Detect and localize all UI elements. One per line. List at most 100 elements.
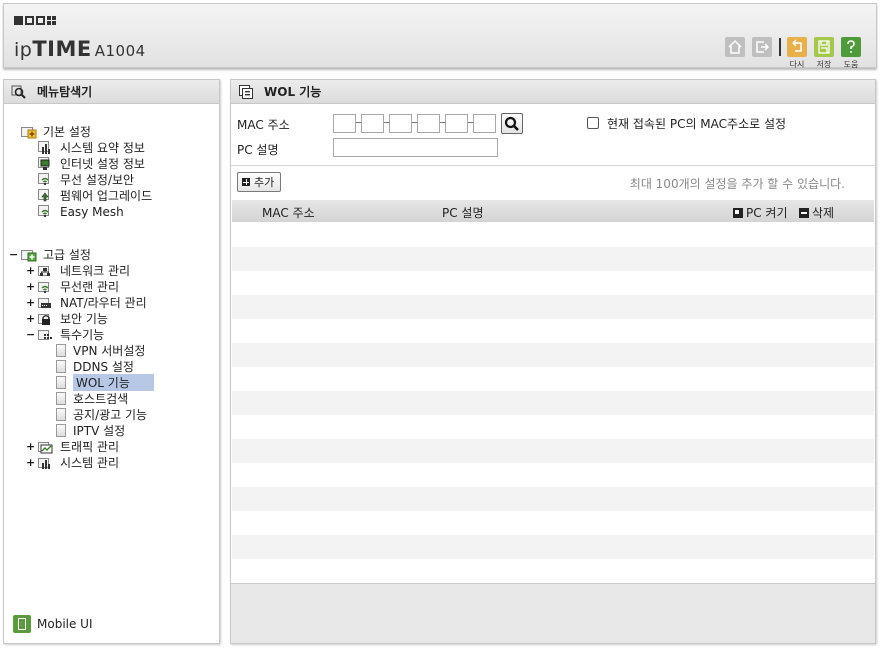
tree-item-wlan[interactable]: + 무선랜 관리 [26, 279, 119, 294]
table-row [232, 535, 874, 559]
expand-toggle[interactable]: + [26, 456, 35, 469]
tree-item-iptv[interactable]: IPTV 설정 [56, 423, 125, 438]
page-icon [56, 360, 66, 373]
help-icon[interactable] [841, 37, 861, 57]
menu-explorer-title: 메뉴탐색기 [37, 85, 93, 99]
column-mac: MAC 주소 [262, 206, 315, 220]
add-button[interactable]: 추가 [237, 172, 282, 192]
table-row [232, 223, 874, 247]
tree-item-easy-mesh[interactable]: Easy Mesh [38, 204, 124, 219]
table-row [232, 391, 874, 415]
tree-item-internet-info[interactable]: 인터넷 설정 정보 [38, 156, 145, 171]
collapse-toggle[interactable]: − [9, 248, 18, 261]
monitor-icon [38, 156, 54, 171]
table-row [232, 487, 874, 511]
wifi-icon [38, 172, 54, 187]
use-current-pc-label: 현재 접속된 PC의 MAC주소로 설정 [607, 117, 787, 131]
tree-advanced-settings[interactable]: − 고급 설정 [9, 247, 91, 262]
mobile-phone-icon [13, 615, 31, 633]
expand-toggle[interactable]: + [26, 440, 35, 453]
tree-item-special-functions[interactable]: − 특수기능 [26, 327, 104, 342]
table-row [232, 511, 874, 535]
column-desc: PC 설명 [442, 206, 484, 220]
mobile-ui-link[interactable]: Mobile UI [13, 615, 93, 633]
undo-icon[interactable] [787, 37, 807, 57]
tree-item-network[interactable]: + 네트워크 관리 [26, 263, 130, 278]
mac-octet-3[interactable] [389, 114, 412, 133]
tree-item-notice-ad[interactable]: 공지/광고 기능 [56, 407, 147, 422]
top-header: ipTIME A1004 다시 저장 도움 [3, 3, 877, 69]
page-icon [56, 408, 66, 421]
wol-panel: WOL 기능 MAC 주소 현재 접속된 PC의 MAC주소로 설정 PC 설명… [230, 79, 876, 644]
mac-octet-2[interactable] [361, 114, 384, 133]
home-icon[interactable] [725, 37, 745, 57]
wol-table-body [232, 223, 874, 583]
mac-octet-4[interactable] [417, 114, 440, 133]
expand-toggle[interactable]: + [26, 296, 35, 309]
save-icon[interactable] [814, 37, 834, 57]
mac-search-button[interactable] [501, 113, 523, 134]
plus-icon [242, 178, 250, 186]
undo-label: 다시 [789, 60, 805, 69]
table-row [232, 559, 874, 583]
menu-explorer-panel: 메뉴탐색기 기본 설정 시스템 요약 정보 인터넷 설정 정보 무선 설정/보안… [3, 79, 220, 644]
help-label: 도움 [843, 60, 859, 69]
header-separator [779, 38, 781, 56]
page-icon [56, 344, 66, 357]
panel-footer [231, 583, 875, 643]
model-name: A1004 [94, 42, 146, 60]
table-row [232, 463, 874, 487]
tree-item-ddns[interactable]: DDNS 설정 [56, 359, 134, 374]
pc-description-input[interactable] [333, 138, 498, 157]
square-hollow-icon [25, 16, 34, 25]
lock-icon [38, 312, 54, 326]
pc-description-label: PC 설명 [237, 143, 279, 157]
menu-explorer-header: 메뉴탐색기 [4, 80, 219, 104]
upgrade-icon [38, 188, 54, 203]
square-hollow-icon [36, 16, 45, 25]
tree-item-system[interactable]: + 시스템 관리 [26, 455, 119, 470]
iptime-logo: ipTIME A1004 [14, 37, 146, 61]
column-wake: PC 켜기 [733, 204, 788, 221]
table-row [232, 343, 874, 367]
tree-basic-settings[interactable]: 기본 설정 [21, 124, 91, 139]
tree-item-host-search[interactable]: 호스트검색 [56, 391, 128, 406]
tree-item-security[interactable]: + 보안 기능 [26, 311, 108, 326]
expand-toggle[interactable]: + [26, 264, 35, 277]
wifi-icon [38, 280, 54, 294]
folder-plus-icon [21, 125, 37, 139]
page-icon [56, 392, 66, 405]
minus-icon [799, 207, 809, 218]
tree-item-traffic[interactable]: + 트래픽 관리 [26, 439, 119, 454]
tree-item-wol[interactable]: WOL 기능 [56, 374, 154, 391]
page-icon [56, 376, 66, 389]
wifi-icon [38, 204, 54, 219]
collapse-toggle[interactable]: − [26, 328, 35, 341]
use-current-pc-checkbox[interactable] [587, 117, 599, 129]
tree-item-system-summary[interactable]: 시스템 요약 정보 [38, 140, 145, 155]
mac-octet-6[interactable] [473, 114, 496, 133]
tree-item-vpn-server[interactable]: VPN 서버설정 [56, 343, 145, 358]
table-row [232, 367, 874, 391]
logout-icon[interactable] [752, 37, 772, 57]
window-layout-icons [14, 16, 56, 25]
mac-octet-5[interactable] [445, 114, 468, 133]
search-icon [504, 116, 519, 131]
traffic-chart-icon [38, 440, 54, 454]
mac-address-label: MAC 주소 [237, 118, 290, 132]
magnifier-icon [11, 85, 26, 99]
table-row [232, 247, 874, 271]
bar-chart-icon [38, 140, 54, 155]
table-row [232, 319, 874, 343]
tree-item-wireless-security[interactable]: 무선 설정/보안 [38, 172, 134, 187]
expand-toggle[interactable]: + [26, 312, 35, 325]
folder-plus-icon [21, 248, 37, 262]
grid-icon [47, 16, 56, 25]
tree-item-firmware-upgrade[interactable]: 펌웨어 업그레이드 [38, 188, 152, 203]
save-label: 저장 [816, 60, 832, 69]
table-row [232, 295, 874, 319]
expand-toggle[interactable]: + [26, 280, 35, 293]
divider [231, 165, 875, 166]
mac-octet-1[interactable] [333, 114, 356, 133]
tree-item-nat-router[interactable]: + NAT/라우터 관리 [26, 295, 147, 310]
